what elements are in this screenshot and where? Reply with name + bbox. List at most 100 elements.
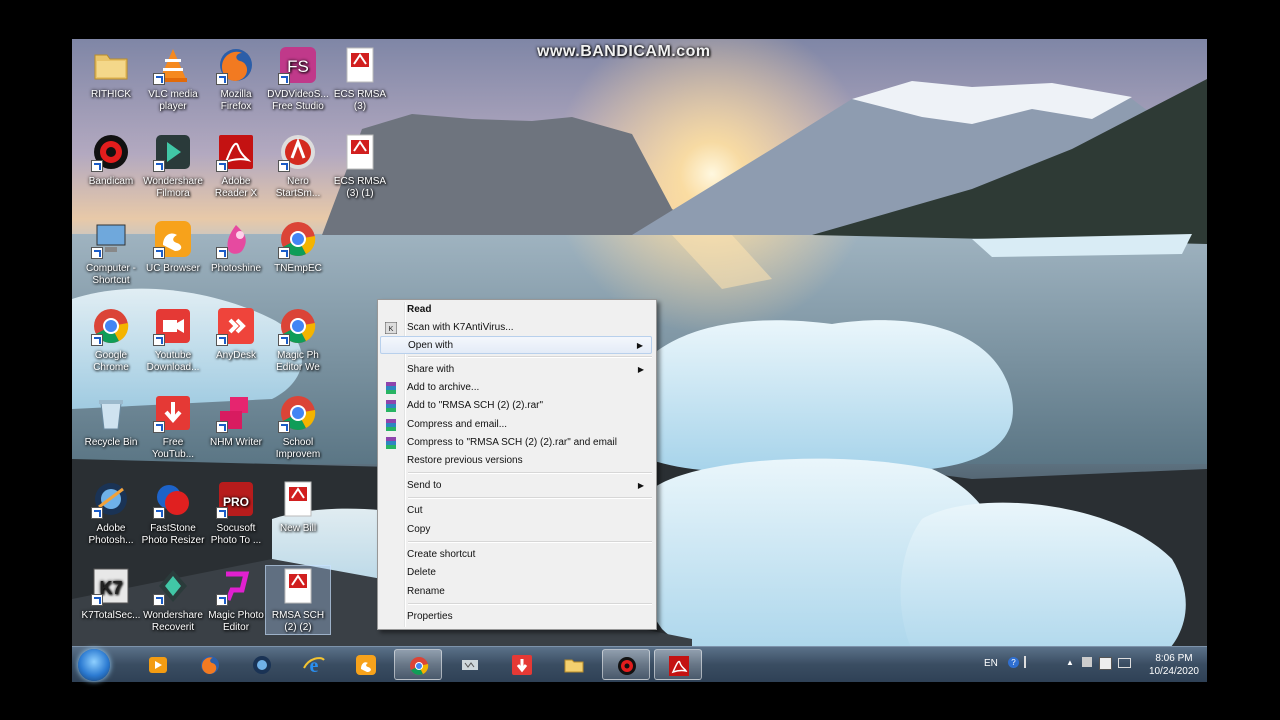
k7-tray-icon[interactable]: [1099, 657, 1112, 670]
adobe-reader-icon: [668, 655, 690, 677]
desktop-icon[interactable]: Wondershare Recoverit: [141, 566, 205, 634]
taskbar-adobe-reader-button[interactable]: [654, 649, 702, 680]
menu-item-share-with[interactable]: Share with ▶: [380, 361, 652, 379]
submenu-arrow-icon: ▶: [637, 481, 644, 490]
desktop-icon-label: TNEmpEC: [274, 263, 322, 274]
desktop-icon[interactable]: Recycle Bin: [79, 393, 143, 449]
nero-icon: [278, 132, 318, 172]
desktop-icon[interactable]: RMSA SCH (2) (2): [265, 565, 331, 635]
menu-item-compress-and-email[interactable]: Compress and email...: [380, 416, 652, 434]
shortcut-arrow-icon: [216, 73, 228, 85]
menu-item-add-to-archive[interactable]: Add to archive...: [380, 379, 652, 397]
show-hidden-icons-icon[interactable]: ▲: [1066, 658, 1074, 667]
desktop[interactable]: www.BANDICAM.com RITHICK VLC media player…: [72, 39, 1207, 681]
menu-item-rename[interactable]: Rename: [380, 583, 652, 601]
bandicam-icon: [91, 132, 131, 172]
shortcut-arrow-icon: [153, 247, 165, 259]
chrome-icon: [278, 219, 318, 259]
fs-icon: FS: [278, 45, 318, 85]
menu-item-read[interactable]: Read: [380, 301, 652, 319]
menu-item-send-to[interactable]: Send to ▶: [380, 477, 652, 495]
taskbar-file-explorer-button[interactable]: [550, 649, 598, 680]
desktop-icon-label: Recycle Bin: [84, 437, 138, 448]
desktop-icon[interactable]: New Bill: [266, 479, 330, 535]
menu-item-restore-previous-versions[interactable]: Restore previous versions: [380, 452, 652, 470]
menu-item-add-to-rmsa-sch-2-2-rar[interactable]: Add to "RMSA SCH (2) (2).rar": [380, 397, 652, 415]
desktop-icon[interactable]: NHM Writer: [204, 393, 268, 449]
desktop-icon-label: AnyDesk: [215, 350, 256, 361]
language-indicator[interactable]: EN: [984, 658, 998, 669]
help-icon[interactable]: ?: [1008, 657, 1019, 668]
system-tray[interactable]: EN ? ▲ 8:06 PM 10/24/2020: [972, 647, 1207, 682]
desktop-icon[interactable]: K7 K7TotalSec...: [79, 566, 143, 622]
desktop-icon-label: UC Browser: [146, 263, 200, 274]
menu-item-properties[interactable]: Properties: [380, 608, 652, 626]
desktop-icon[interactable]: Magic Photo Editor: [204, 566, 268, 634]
desktop-icon[interactable]: FS DVDVideoS... Free Studio: [266, 45, 330, 113]
desktop-icon[interactable]: Mozilla Firefox: [204, 45, 268, 113]
desktop-icon[interactable]: RITHICK: [79, 45, 143, 101]
start-button[interactable]: [78, 649, 110, 681]
taskbar-bandicam-button[interactable]: [602, 649, 650, 680]
winrar-icon: [385, 419, 397, 431]
desktop-icon[interactable]: ECS RMSA (3) (1): [328, 132, 392, 200]
media-player-icon: [147, 654, 169, 676]
desktop-icon-label: VLC media player: [148, 89, 198, 112]
desktop-icon[interactable]: FastStone Photo Resizer: [141, 479, 205, 547]
taskbar-downloader-button[interactable]: [498, 649, 546, 680]
clock[interactable]: 8:06 PM 10/24/2020: [1149, 652, 1199, 678]
taskbar-firefox-button[interactable]: [186, 649, 234, 680]
desktop-icon[interactable]: ECS RMSA (3): [328, 45, 392, 113]
flag-icon[interactable]: [1082, 657, 1092, 667]
adobe-photoshop-icon: [251, 654, 273, 676]
desktop-icon[interactable]: TNEmpEC: [266, 219, 330, 275]
desktop-icon-label: Wondershare Filmora: [143, 176, 203, 199]
desktop-icon[interactable]: UC Browser: [141, 219, 205, 275]
taskbar[interactable]: e EN ? ▲ 8:06 PM 10/24/2020: [72, 646, 1207, 682]
shortcut-arrow-icon: [91, 334, 103, 346]
shortcut-arrow-icon: [91, 594, 103, 606]
desktop-icon[interactable]: Photoshine: [204, 219, 268, 275]
desktop-icon[interactable]: AnyDesk: [204, 306, 268, 362]
magic-photo-icon: [216, 566, 256, 606]
desktop-icon[interactable]: School Improvem: [266, 393, 330, 461]
svg-text:K: K: [389, 326, 394, 333]
taskbar-adobe-photoshop-button[interactable]: [238, 649, 286, 680]
clock-date: 10/24/2020: [1148, 666, 1199, 677]
taskbar-sound-button[interactable]: [446, 649, 494, 680]
desktop-icon[interactable]: Computer - Shortcut: [79, 219, 143, 287]
monitor-icon[interactable]: [1118, 658, 1131, 668]
menu-item-cut[interactable]: Cut: [380, 502, 652, 520]
desktop-icon[interactable]: PRO Socusoft Photo To ...: [204, 479, 268, 547]
menu-item-label: Send to: [407, 480, 442, 491]
desktop-icon[interactable]: Youtube Download...: [141, 306, 205, 374]
shortcut-arrow-icon: [278, 334, 290, 346]
desktop-icon[interactable]: Google Chrome: [79, 306, 143, 374]
shortcut-arrow-icon: [278, 421, 290, 433]
network-icon[interactable]: [1024, 656, 1034, 668]
menu-item-delete[interactable]: Delete: [380, 564, 652, 582]
menu-item-create-shortcut[interactable]: Create shortcut: [380, 546, 652, 564]
menu-item-compress-to-rmsa-sch-2-2-rar-and-email[interactable]: Compress to "RMSA SCH (2) (2).rar" and e…: [380, 434, 652, 452]
menu-item-scan-with-k7antivirus[interactable]: K Scan with K7AntiVirus...: [380, 319, 652, 337]
menu-item-open-with[interactable]: Open with ▶: [380, 336, 652, 354]
shortcut-arrow-icon: [153, 334, 165, 346]
menu-item-label: Cut: [407, 505, 423, 516]
desktop-icon[interactable]: VLC media player: [141, 45, 205, 113]
taskbar-media-player-button[interactable]: [134, 649, 182, 680]
desktop-icon[interactable]: Adobe Photosh...: [79, 479, 143, 547]
taskbar-internet-explorer-button[interactable]: e: [290, 649, 338, 680]
desktop-icon[interactable]: Bandicam: [79, 132, 143, 188]
desktop-icon-label: New Bill: [279, 523, 317, 534]
taskbar-chrome-button[interactable]: [394, 649, 442, 680]
desktop-icon[interactable]: Free YouTub...: [141, 393, 205, 461]
desktop-icon[interactable]: Nero StartSm...: [266, 132, 330, 200]
menu-item-copy[interactable]: Copy: [380, 521, 652, 539]
anydesk-icon: [216, 306, 256, 346]
taskbar-uc-browser-button[interactable]: [342, 649, 390, 680]
desktop-icon[interactable]: Adobe Reader X: [204, 132, 268, 200]
context-menu[interactable]: Read K Scan with K7AntiVirus... Open with ▶ S…: [377, 299, 657, 630]
pdf-icon: [278, 479, 318, 519]
desktop-icon[interactable]: Wondershare Filmora: [141, 132, 205, 200]
desktop-icon[interactable]: Magic Ph Editor We: [266, 306, 330, 374]
